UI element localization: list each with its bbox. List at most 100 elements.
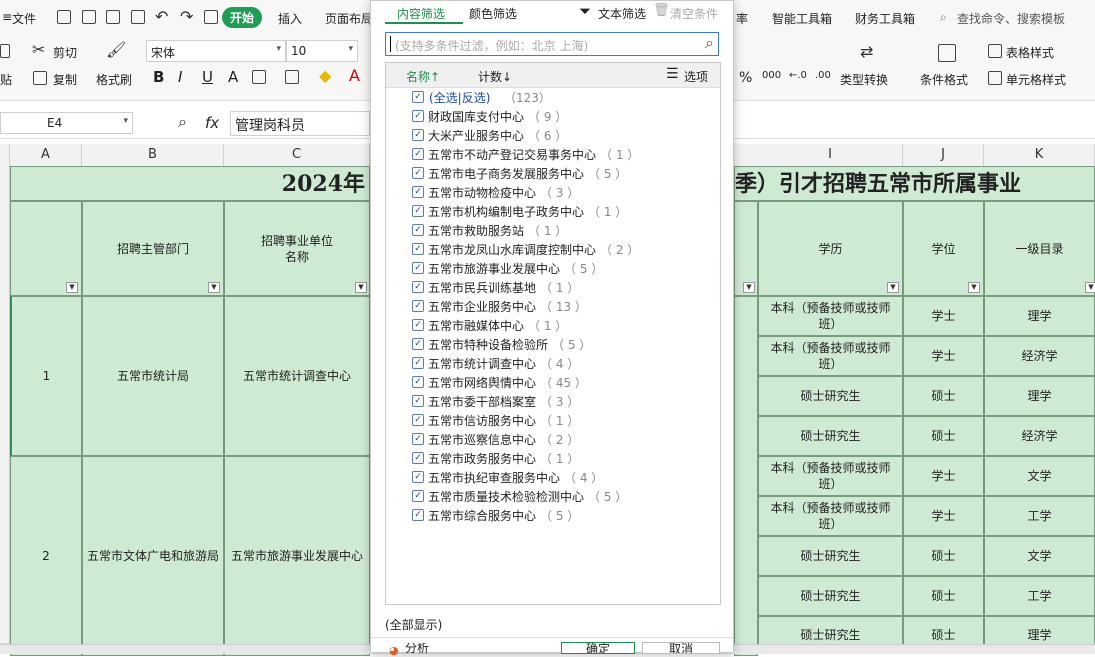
tab-smart-tools[interactable]: 智能工具箱 — [772, 10, 832, 27]
row-education[interactable]: 硕士研究生 — [758, 416, 903, 456]
filter-item-label[interactable]: 五常市龙凤山水库调度控制中心 — [428, 241, 596, 258]
print-icon[interactable] — [106, 10, 120, 27]
undo-icon[interactable]: ↶ — [155, 7, 168, 26]
row-degree[interactable]: 硕士 — [903, 536, 984, 576]
filter-item[interactable]: ✓ 五常市信访服务中心 （ 1 ） — [386, 410, 720, 429]
tab-page-layout[interactable]: 页面布局 — [325, 10, 373, 27]
column-header-c[interactable]: C — [224, 144, 370, 166]
save-icon[interactable] — [57, 10, 71, 27]
redo-icon[interactable]: ↷ — [180, 7, 193, 26]
pie-chart-icon[interactable]: ◕ — [389, 644, 399, 657]
filter-item-label[interactable]: 五常市不动产登记交易事务中心 — [428, 146, 596, 163]
checkbox[interactable]: ✓ — [412, 433, 424, 445]
row-education[interactable]: 本科（预备技师或技师班） — [758, 456, 903, 496]
checkbox[interactable]: ✓ — [412, 452, 424, 464]
filter-item-label[interactable]: 大米产业服务中心 — [428, 127, 524, 144]
camera-icon[interactable] — [204, 10, 218, 27]
filter-item[interactable]: ✓ 五常市融媒体中心 （ 1 ） — [386, 315, 720, 334]
checkbox[interactable]: ✓ — [412, 91, 424, 103]
tab-rate[interactable]: 率 — [736, 10, 748, 27]
row1-number[interactable]: 1 — [10, 296, 82, 456]
row-directory[interactable]: 文学 — [984, 536, 1095, 576]
checkbox[interactable]: ✓ — [412, 148, 424, 160]
checkbox[interactable]: ✓ — [412, 262, 424, 274]
font-size-select[interactable]: 10 ▾ — [286, 40, 358, 62]
row2-unit[interactable]: 五常市旅游事业发展中心 — [224, 456, 370, 656]
scissors-icon[interactable]: ✂ — [32, 40, 45, 59]
filter-item[interactable]: ✓ 大米产业服务中心 （ 6 ） — [386, 125, 720, 144]
sheet-title-left[interactable]: 2024年 — [10, 166, 370, 201]
show-all-label[interactable]: (全部显示) — [385, 616, 442, 633]
filter-item-label[interactable]: 五常市政务服务中心 — [428, 450, 536, 467]
header-directory[interactable]: 一级目录 — [984, 201, 1095, 296]
row-degree[interactable]: 学士 — [903, 496, 984, 536]
tab-content-filter[interactable]: 内容筛选 — [397, 5, 445, 22]
conditional-format-button[interactable]: 条件格式 — [920, 71, 968, 88]
row-degree[interactable]: 学士 — [903, 336, 984, 376]
checkbox[interactable]: ✓ — [412, 319, 424, 331]
filter-item[interactable]: ✓ 五常市特种设备检验所 （ 5 ） — [386, 334, 720, 353]
name-box[interactable]: E4 ▾ — [0, 112, 133, 134]
filter-item[interactable]: ✓ 五常市委干部档案室 （ 3 ） — [386, 391, 720, 410]
select-all-label[interactable]: (全选|反选) — [429, 89, 490, 106]
row-education[interactable]: 本科（预备技师或技师班） — [758, 336, 903, 376]
filter-item-label[interactable]: 五常市融媒体中心 — [428, 317, 524, 334]
copy-icon[interactable] — [33, 71, 47, 88]
cut-button[interactable]: 剪切 — [53, 44, 77, 61]
filter-item[interactable]: ✓ 五常市政务服务中心 （ 1 ） — [386, 448, 720, 467]
format-painter-icon[interactable]: 🖌 — [106, 40, 126, 59]
table-style-icon[interactable] — [988, 44, 1002, 61]
row-degree[interactable]: 学士 — [903, 296, 984, 336]
row-education[interactable]: 本科（预备技师或技师班） — [758, 496, 903, 536]
tab-finance-tools[interactable]: 财务工具箱 — [855, 10, 915, 27]
table-style-button[interactable]: 表格样式 — [1006, 44, 1054, 61]
row-degree[interactable]: 硕士 — [903, 376, 984, 416]
sheet-title-right[interactable]: 季）引才招聘五常市所属事业 — [734, 166, 1095, 201]
trash-icon[interactable]: 🗑 — [653, 3, 670, 18]
checkbox[interactable]: ✓ — [412, 224, 424, 236]
filter-item[interactable]: ✓ 五常市质量技术检验检测中心 （ 5 ） — [386, 486, 720, 505]
header-education[interactable]: 学历 — [758, 201, 903, 296]
column-header-k[interactable]: K — [984, 144, 1095, 166]
checkbox[interactable]: ✓ — [412, 186, 424, 198]
row-directory[interactable]: 工学 — [984, 496, 1095, 536]
row-degree[interactable]: 硕士 — [903, 416, 984, 456]
row-degree[interactable]: 学士 — [903, 456, 984, 496]
bold-button[interactable]: B — [153, 68, 164, 86]
filter-item[interactable]: ✓ 五常市电子商务发展服务中心 （ 5 ） — [386, 163, 720, 182]
cell-style-button[interactable]: 单元格样式 — [1006, 71, 1066, 88]
filter-item[interactable]: ✓ 五常市民兵训练基地 （ 1 ） — [386, 277, 720, 296]
filter-item-label[interactable]: 五常市旅游事业发展中心 — [428, 260, 560, 277]
filter-search-input[interactable]: (支持多条件过滤，例如：北京 上海) ⌕ — [385, 32, 719, 56]
row-education[interactable]: 硕士研究生 — [758, 576, 903, 616]
filter-item[interactable]: ✓ 五常市巡察信息中心 （ 2 ） — [386, 429, 720, 448]
row-directory[interactable]: 理学 — [984, 376, 1095, 416]
checkbox[interactable]: ✓ — [412, 338, 424, 350]
checkbox[interactable]: ✓ — [412, 490, 424, 502]
filter-item-label[interactable]: 五常市委干部档案室 — [428, 393, 536, 410]
checkbox[interactable]: ✓ — [412, 167, 424, 179]
sort-by-count[interactable]: 计数↓ — [478, 68, 512, 85]
filter-item-label[interactable]: 五常市民兵训练基地 — [428, 279, 536, 296]
checkbox[interactable]: ✓ — [412, 110, 424, 122]
checkbox[interactable]: ✓ — [412, 357, 424, 369]
border-icon[interactable] — [252, 70, 266, 87]
checkbox[interactable]: ✓ — [412, 509, 424, 521]
filter-dropdown-icon[interactable]: ▼ — [66, 282, 78, 293]
format-painter-button[interactable]: 格式刷 — [96, 71, 132, 88]
underline-button[interactable]: U — [202, 68, 213, 86]
analysis-button[interactable]: 分析 — [405, 643, 429, 654]
copy-button[interactable]: 复制 — [53, 71, 77, 88]
cancel-button[interactable]: 取消 — [642, 642, 720, 654]
menu-icon[interactable]: ≡ — [2, 10, 12, 24]
filter-item[interactable]: ✓ 五常市不动产登记交易事务中心 （ 1 ） — [386, 144, 720, 163]
filter-item-label[interactable]: 五常市综合服务中心 — [428, 507, 536, 524]
filter-item[interactable]: ✓ 五常市网络舆情中心 （ 45 ） — [386, 372, 720, 391]
column-h-cells[interactable] — [734, 296, 758, 656]
search-icon[interactable]: ⌕ — [705, 33, 714, 53]
filter-item[interactable]: ✓ 五常市动物检疫中心 （ 3 ） — [386, 182, 720, 201]
ok-button[interactable]: 确定 — [561, 642, 635, 654]
header-dept[interactable]: 招聘主管部门 — [82, 201, 224, 296]
paste-icon[interactable] — [0, 44, 10, 61]
filter-item-label[interactable]: 五常市机构编制电子政务中心 — [428, 203, 584, 220]
